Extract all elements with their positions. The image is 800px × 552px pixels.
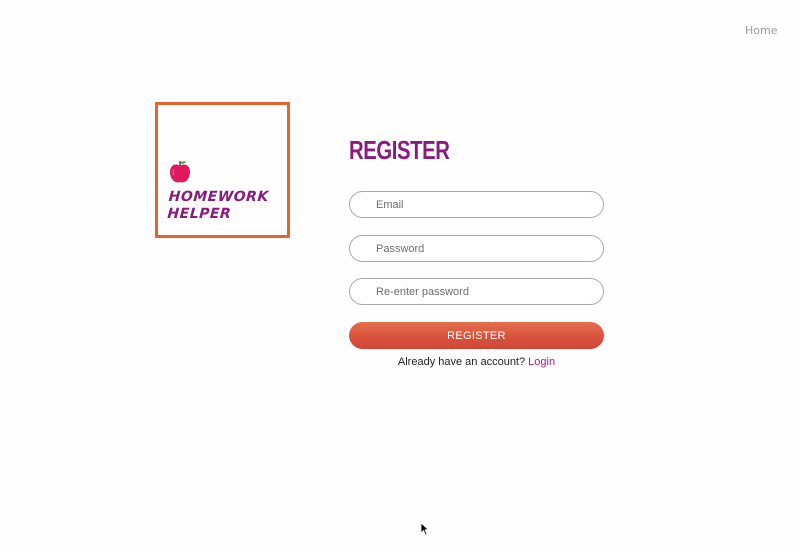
logo: HOMEWORK HELPER — [155, 102, 290, 238]
logo-text: HOMEWORK HELPER — [167, 189, 269, 223]
apple-icon — [170, 161, 190, 183]
register-page: Home HOMEWORK HELPER REGISTER REGISTER A… — [0, 0, 800, 552]
reenter-password-field[interactable] — [349, 278, 604, 305]
logo-line-1: HOMEWORK — [168, 189, 270, 205]
logo-line-2: HELPER — [166, 206, 232, 222]
email-field[interactable] — [349, 191, 604, 218]
password-field[interactable] — [349, 235, 604, 262]
mouse-cursor-icon — [420, 522, 430, 536]
login-prompt: Already have an account? Login — [349, 356, 604, 368]
have-account-text: Already have an account? — [397, 356, 526, 368]
nav-home-link[interactable]: Home — [745, 24, 777, 37]
page-title: REGISTER — [349, 135, 450, 165]
register-button[interactable]: REGISTER — [349, 322, 604, 349]
login-link[interactable]: Login — [528, 356, 555, 368]
